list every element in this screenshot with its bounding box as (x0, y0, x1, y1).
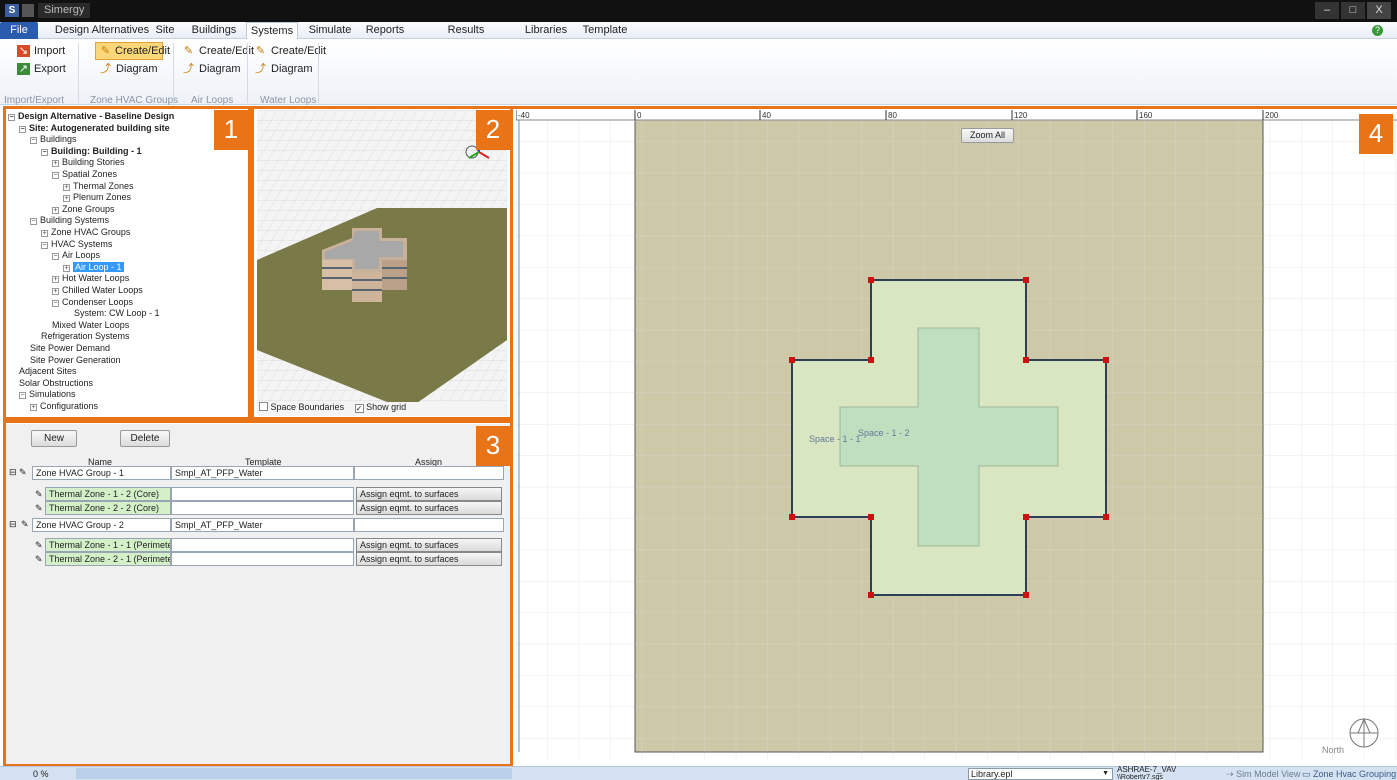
ribbon-separator (247, 43, 248, 103)
tab-simulate[interactable]: Simulate (306, 22, 354, 39)
app-logo-icon: S (5, 4, 19, 17)
export-label: Export (34, 63, 66, 75)
zone-hvac-diagram-label: Diagram (116, 63, 158, 75)
floor-plan-view[interactable]: -40 0 40 80 120 160 200 Space - 1 - 1 Sp… (516, 110, 1397, 760)
sim-model-view-label: Sim Model View (1236, 769, 1301, 779)
tab-reports[interactable]: Reports (362, 22, 408, 39)
panel-badge-2: 2 (476, 110, 510, 150)
water-loops-diagram-label: Diagram (271, 63, 313, 75)
water-loops-diagram-button[interactable]: ⤴ Diagram (251, 61, 313, 77)
ruler-label: 40 (762, 111, 771, 120)
air-loops-diagram-label: Diagram (199, 63, 241, 75)
group-zone-hvac: Zone HVAC Groups (90, 95, 179, 106)
create-edit-icon: ✎ (255, 45, 266, 57)
create-edit-icon: ✎ (100, 45, 111, 57)
ribbon: ↘ Import ↗ Export Import/Export ✎ Create… (0, 39, 1397, 106)
export-icon: ↗ (17, 63, 30, 75)
zone-grouping-icon: ▭ (1302, 769, 1311, 779)
sim-model-view-link[interactable]: ⇢ Sim Model View (1226, 769, 1300, 780)
diagram-icon: ⤴ (183, 63, 194, 75)
highlight-frame-top-left (3, 106, 513, 420)
export-button[interactable]: ↗ Export (14, 61, 74, 77)
ruler-top: -40 0 40 80 120 160 200 (516, 110, 1397, 121)
ruler-label: 80 (888, 111, 897, 120)
import-label: Import (34, 45, 66, 57)
progress-bar (76, 768, 512, 779)
water-loops-create-edit-button[interactable]: ✎ Create/Edit (251, 43, 326, 59)
menu-bar: File Design Alternatives Site Buildings … (0, 22, 1397, 53)
north-label: North (1322, 745, 1344, 755)
ruler-label: 0 (637, 111, 642, 120)
air-loops-create-label: Create/Edit (199, 45, 255, 57)
minimize-button[interactable]: – (1315, 2, 1339, 19)
highlight-divider (248, 106, 254, 420)
import-button[interactable]: ↘ Import (14, 43, 74, 59)
highlight-frame-bottom-left (3, 420, 513, 767)
group-air-loops: Air Loops (191, 95, 234, 106)
north-arrow-icon (1349, 717, 1379, 748)
panel-badge-3: 3 (476, 426, 510, 466)
quick-access-icon[interactable] (22, 4, 34, 17)
ruler-label: -40 (518, 111, 530, 120)
progress-text: 0 % (33, 769, 49, 779)
help-icon[interactable]: ? (1372, 25, 1383, 36)
create-edit-icon: ✎ (183, 45, 194, 57)
ruler-label: 160 (1139, 111, 1153, 120)
zoom-all-button[interactable]: Zoom All (961, 128, 1014, 143)
tab-libraries[interactable]: Libraries (522, 22, 570, 39)
air-loops-diagram-button[interactable]: ⤴ Diagram (179, 61, 241, 77)
group-import-export: Import/Export (4, 95, 65, 106)
title-bar: S Simergy – □ X (0, 0, 1397, 22)
tab-systems[interactable]: Systems (246, 22, 298, 39)
ribbon-separator (78, 43, 79, 103)
diagram-icon: ⤴ (100, 63, 111, 75)
window-title: Simergy (38, 3, 91, 18)
zone-hvac-create-edit-button[interactable]: ✎ Create/Edit (95, 42, 170, 60)
maximize-button[interactable]: □ (1341, 2, 1365, 19)
tab-template[interactable]: Template (580, 22, 630, 39)
ruler-label: 120 (1014, 111, 1028, 120)
dropdown-arrow-icon[interactable]: ▼ (1102, 769, 1109, 779)
ribbon-separator (318, 43, 319, 103)
ruler-label: 200 (1265, 111, 1279, 120)
tab-site[interactable]: Site (150, 22, 180, 39)
panel-badge-4: 4 (1359, 114, 1393, 154)
diagram-icon: ⤴ (255, 63, 266, 75)
zone-hvac-create-label: Create/Edit (115, 45, 171, 57)
space-label-1-2: Space - 1 - 2 (858, 428, 910, 438)
status-bar: 0 % Library.epl ▼ ASHRAE-7_VAV \\Robert\… (0, 766, 1397, 780)
library-value: Library.epl (971, 769, 1013, 779)
ribbon-separator (173, 43, 174, 103)
library-select[interactable]: Library.epl ▼ (968, 768, 1113, 780)
close-button[interactable]: X (1367, 2, 1391, 19)
model-path: \\Robert\r7.sgs (1117, 774, 1163, 780)
panel-badge-1: 1 (214, 110, 248, 150)
sim-model-view-icon: ⇢ (1226, 769, 1234, 779)
floor-plan-canvas[interactable]: -40 0 40 80 120 160 200 Space - 1 - 1 Sp… (516, 110, 1397, 760)
import-icon: ↘ (17, 45, 30, 57)
tab-file[interactable]: File (0, 22, 38, 39)
group-water-loops: Water Loops (260, 95, 317, 106)
zone-hvac-diagram-button[interactable]: ⤴ Diagram (96, 61, 162, 77)
tab-results-visualization[interactable]: Results Visualization (418, 22, 514, 53)
highlight-frame-right-top (513, 106, 1397, 109)
zone-hvac-grouping-label: Zone Hvac Grouping (1313, 769, 1397, 779)
tab-design-alternatives[interactable]: Design Alternatives (52, 22, 152, 39)
tab-buildings[interactable]: Buildings (190, 22, 238, 39)
model-name: ASHRAE-7_VAV (1117, 765, 1177, 774)
space-label-1-1: Space - 1 - 1 (809, 434, 861, 444)
air-loops-create-edit-button[interactable]: ✎ Create/Edit (179, 43, 254, 59)
zone-hvac-grouping-link[interactable]: ▭ Zone Hvac Grouping (1302, 769, 1396, 780)
